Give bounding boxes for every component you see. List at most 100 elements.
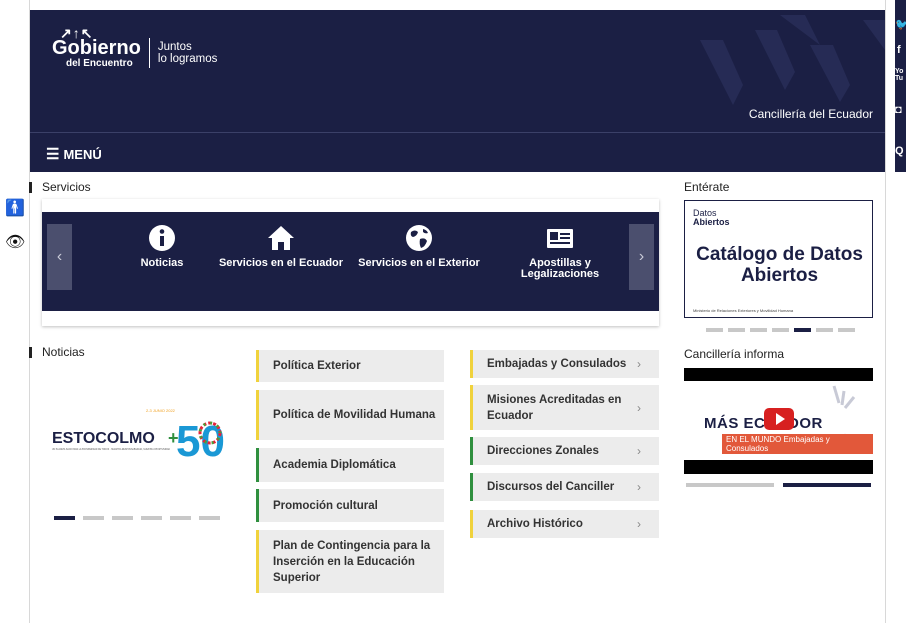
home-icon xyxy=(268,226,294,250)
youtube-play-icon[interactable] xyxy=(764,408,794,430)
menu-button[interactable]: ☰ MENÚ xyxy=(46,145,102,163)
link-misiones-acreditadas[interactable]: Misiones Acreditadas en Ecuador › xyxy=(470,385,659,430)
section-title-cancilleria-informa: Cancillería informa xyxy=(684,347,784,361)
carousel-dot[interactable] xyxy=(686,483,774,487)
banner-date: 2-3 JUNIO 2022 xyxy=(146,408,176,413)
link-label: Política de Movilidad Humana xyxy=(273,409,436,421)
chevron-right-icon: › xyxy=(637,517,641,531)
carousel-dot[interactable] xyxy=(112,516,133,520)
menu-label: MENÚ xyxy=(63,146,102,162)
hamburger-icon: ☰ xyxy=(46,146,60,163)
video-line-2: EN EL MUNDO xyxy=(726,435,782,444)
link-politica-movilidad[interactable]: Política de Movilidad Humana xyxy=(256,390,444,440)
service-label: Noticias xyxy=(140,257,184,269)
accessibility-person-icon[interactable]: 🚹 xyxy=(5,198,25,218)
carousel-prev-button[interactable]: ‹ xyxy=(47,224,72,290)
carousel-dot[interactable] xyxy=(199,516,220,520)
carousel-dot[interactable] xyxy=(816,328,833,332)
instagram-icon[interactable]: ◘ xyxy=(895,104,902,116)
link-plan-contingencia[interactable]: Plan de Contingencia para la Inserción e… xyxy=(256,530,444,593)
carousel-dot[interactable] xyxy=(838,328,855,332)
section-bar xyxy=(29,346,32,358)
section-title-noticias: Noticias xyxy=(29,345,85,359)
logo-main-text: Gobierno xyxy=(52,37,141,59)
service-label: Servicios en el Exterior xyxy=(358,257,480,269)
link-embajadas-consulados[interactable]: Embajadas y Consulados › xyxy=(470,350,659,378)
service-apostillas[interactable]: Apostillas y Legalizaciones xyxy=(510,224,610,280)
carousel-dot[interactable] xyxy=(794,328,811,332)
cancilleria-carousel-dots xyxy=(686,483,871,487)
carousel-dot[interactable] xyxy=(170,516,191,520)
banner-tagline: UN PLANETA SANO PARA LA PROSPERIDAD DE T… xyxy=(52,447,171,451)
chevron-right-icon: › xyxy=(637,480,641,494)
eye-icon[interactable]: 👁 xyxy=(5,232,25,252)
service-noticias[interactable]: Noticias xyxy=(122,224,202,269)
link-label: Discursos del Canciller xyxy=(487,481,615,493)
video-letterbox-top xyxy=(684,368,873,381)
link-label: Direcciones Zonales xyxy=(487,445,599,457)
video-frame: MÁS ECUADOR EN EL MUNDO Embajadas y Cons… xyxy=(684,381,873,460)
banner-word: ESTOCOLMO xyxy=(52,430,155,447)
logo-slogan: Juntos lo logramos xyxy=(158,41,217,65)
link-label: Promoción cultural xyxy=(273,499,378,512)
noticias-title: Noticias xyxy=(42,345,85,359)
banner-number: 50 xyxy=(176,417,225,466)
social-strip: 🐦 f Yo Tu ◘ Q xyxy=(895,0,906,172)
datos-abiertos-footer: Ministerio de Relaciones Exteriores y Mo… xyxy=(693,308,794,313)
video-mas-ecuador[interactable]: MÁS ECUADOR EN EL MUNDO Embajadas y Cons… xyxy=(684,368,873,474)
site-name-link[interactable]: Cancillería del Ecuador xyxy=(749,107,873,121)
services-band: ‹ Noticias Servicios en el Ecuador Servi… xyxy=(42,212,659,311)
link-label: Embajadas y Consulados xyxy=(487,358,627,370)
link-direcciones-zonales[interactable]: Direcciones Zonales › xyxy=(470,437,659,465)
globe-icon xyxy=(406,225,432,251)
enterate-title: Entérate xyxy=(684,180,730,194)
carousel-dot[interactable] xyxy=(728,328,745,332)
datos-logo-line-2: Abiertos xyxy=(693,217,730,227)
news-carousel-dots xyxy=(54,516,220,520)
service-ecuador[interactable]: Servicios en el Ecuador xyxy=(217,224,345,269)
chevron-right-icon: › xyxy=(637,400,641,415)
link-label: Política Exterior xyxy=(273,360,361,372)
video-subtitle-text: EN EL MUNDO Embajadas y Consulados xyxy=(722,434,873,454)
carousel-dot[interactable] xyxy=(706,328,723,332)
link-politica-exterior[interactable]: Política Exterior xyxy=(256,350,444,382)
section-title-enterate: Entérate xyxy=(684,180,729,194)
section-bar xyxy=(29,181,32,193)
datos-abiertos-title: Catálogo de Datos Abiertos xyxy=(696,244,863,286)
carousel-dot[interactable] xyxy=(141,516,162,520)
estocolmo-graphic: 2-3 JUNIO 2022 ESTOCOLMO + 50 UN PLANETA… xyxy=(52,408,225,466)
carousel-next-button[interactable]: › xyxy=(629,224,654,290)
info-icon xyxy=(149,225,175,251)
link-archivo-historico[interactable]: Archivo Histórico › xyxy=(470,510,659,538)
link-label: Academia Diplomática xyxy=(273,459,396,471)
youtube-icon[interactable]: Yo Tu xyxy=(895,68,906,82)
logo-sub-text: del Encuentro xyxy=(66,58,133,69)
enterate-carousel-dots xyxy=(706,328,855,332)
link-discursos-canciller[interactable]: Discursos del Canciller › xyxy=(470,473,659,501)
gobierno-logo[interactable]: ↗↑↖ Gobierno del Encuentro Juntos lo log… xyxy=(52,26,217,69)
cancilleria-informa-title: Cancillería informa xyxy=(684,347,785,361)
section-title-servicios: Servicios xyxy=(29,180,91,194)
news-banner-estocolmo[interactable]: 2-3 JUNIO 2022 ESTOCOLMO + 50 UN PLANETA… xyxy=(48,400,233,470)
services-carousel: ‹ Noticias Servicios en el Ecuador Servi… xyxy=(42,199,659,326)
link-label: Archivo Histórico xyxy=(487,518,583,530)
carousel-dot[interactable] xyxy=(783,483,871,487)
logo-divider xyxy=(148,37,150,68)
link-academia-diplomatica[interactable]: Academia Diplomática xyxy=(256,448,444,482)
carousel-dot[interactable] xyxy=(83,516,104,520)
twitter-icon[interactable]: 🐦 xyxy=(895,18,906,31)
slogan-line-1: Juntos xyxy=(157,40,192,53)
logo-mark: ↗↑↖ Gobierno del Encuentro xyxy=(52,26,141,69)
carousel-dot[interactable] xyxy=(750,328,767,332)
facebook-icon[interactable]: f xyxy=(897,44,901,56)
site-header: ↗↑↖ Gobierno del Encuentro Juntos lo log… xyxy=(30,10,885,132)
video-letterbox-bottom xyxy=(684,460,873,474)
datos-abiertos-card[interactable]: Datos Abiertos Catálogo de Datos Abierto… xyxy=(684,200,873,318)
carousel-dot[interactable] xyxy=(772,328,789,332)
page-frame-right xyxy=(885,0,886,623)
link-label: Plan de Contingencia para la Inserción e… xyxy=(273,539,431,584)
service-exterior[interactable]: Servicios en el Exterior xyxy=(354,224,484,269)
carousel-dot[interactable] xyxy=(54,516,75,520)
link-promocion-cultural[interactable]: Promoción cultural xyxy=(256,489,444,522)
search-icon[interactable]: Q xyxy=(895,145,904,157)
